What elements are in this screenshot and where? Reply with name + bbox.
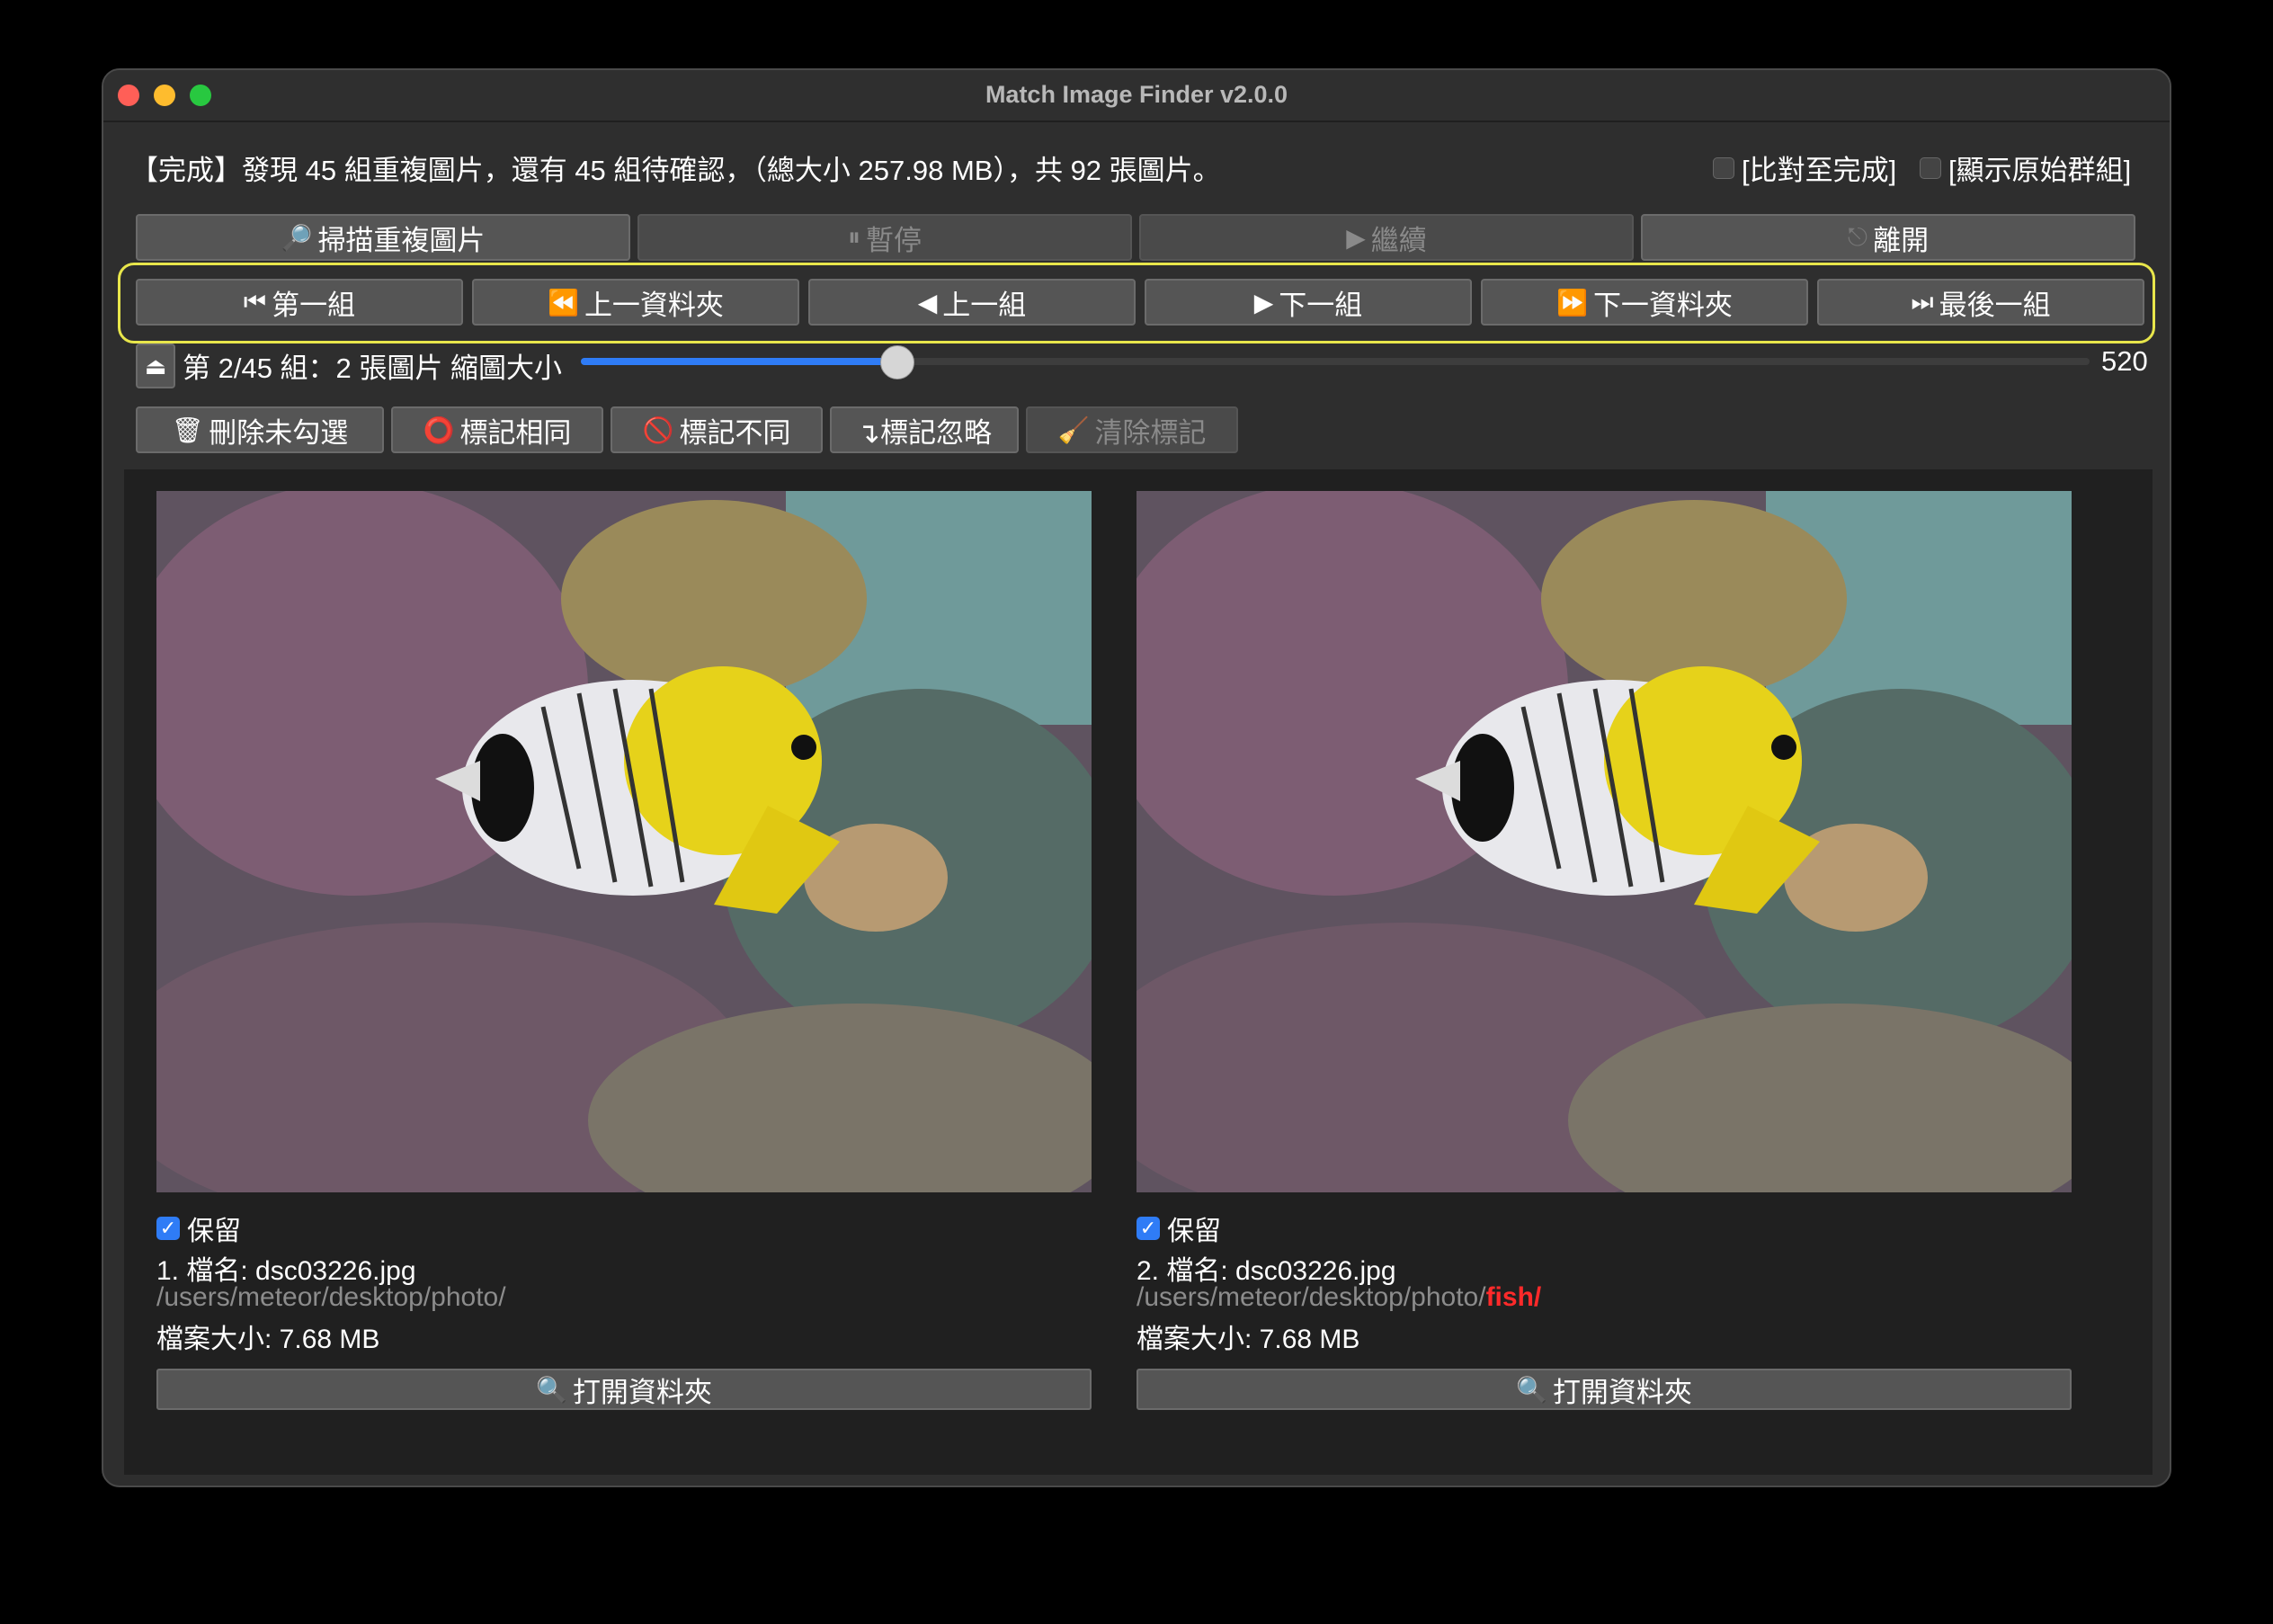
clear-marks-label: 清除標記: [1094, 416, 1207, 449]
exit-label: 離開: [1873, 224, 1930, 256]
magnifier-icon: 🔎: [281, 223, 313, 252]
mark-different-button[interactable]: 🚫 標記不同: [611, 406, 823, 453]
trash-icon: 🗑: [171, 415, 204, 444]
image-2-thumbnail[interactable]: [1136, 491, 2072, 1192]
prev-group-label: 上一組: [942, 289, 1027, 321]
next-group-button[interactable]: ▶ 下一組: [1145, 279, 1472, 326]
option-original-group[interactable]: [顯示原始群組]: [1920, 147, 2131, 188]
broom-icon: 🧹: [1057, 415, 1090, 444]
image-1-thumbnail[interactable]: [156, 491, 1092, 1192]
eject-button[interactable]: ⏏: [136, 344, 175, 388]
thumb-size-slider[interactable]: [581, 345, 2090, 379]
exit-button[interactable]: ⎋ 離開: [1641, 214, 2135, 261]
option-complete[interactable]: [比對至完成]: [1713, 147, 1896, 188]
prev-folder-button[interactable]: ⏪ 上一資料夾: [472, 279, 799, 326]
triangle-left-icon: ◀: [917, 288, 938, 317]
resume-button[interactable]: ▶ 繼續: [1139, 214, 1634, 261]
image-2-picture: [1136, 491, 2072, 1192]
search-icon: 🔍: [1516, 1375, 1547, 1404]
option-original-group-label: [顯示原始群組]: [1948, 155, 2132, 186]
thumb-size-value: 520: [2101, 345, 2148, 377]
eject-icon: ⏏: [144, 352, 167, 379]
triangle-right-icon: ▶: [1253, 288, 1274, 317]
mark-same-button[interactable]: ⭕ 標記相同: [391, 406, 603, 453]
option-complete-label: [比對至完成]: [1742, 155, 1897, 186]
group-info: 第 2/45 組：2 張圖片 縮圖大小: [183, 352, 563, 384]
image-1-picture: [156, 491, 1092, 1192]
prohibited-icon: 🚫: [642, 415, 674, 444]
next-folder-label: 下一資料夾: [1592, 289, 1733, 321]
image-2-keep-checkbox[interactable]: ✓: [1136, 1217, 1160, 1240]
status-text: 【完成】發現 45 組重複圖片，還有 45 組待確認，（總大小 257.98 M…: [130, 155, 1221, 186]
skip-first-icon: ⏮: [243, 287, 267, 316]
slider-knob[interactable]: [880, 345, 915, 379]
mark-different-label: 標記不同: [679, 416, 791, 449]
image-1-open-folder-button[interactable]: 🔍 打開資料夾: [156, 1369, 1092, 1410]
skip-last-icon: ⏭: [1911, 287, 1934, 316]
image-2-open-folder-label: 打開資料夾: [1552, 1376, 1692, 1408]
mark-ignore-label: ↴標記忽略: [857, 416, 992, 449]
pause-label: 暫停: [866, 224, 922, 256]
image-1-path: /users/meteor/desktop/photo/: [156, 1282, 506, 1313]
next-folder-button[interactable]: ⏩ 下一資料夾: [1481, 279, 1808, 326]
mark-same-label: 標記相同: [459, 416, 572, 449]
prev-folder-label: 上一資料夾: [584, 289, 724, 321]
delete-unchecked-button[interactable]: 🗑 刪除未勾選: [136, 406, 384, 453]
scan-button[interactable]: 🔎 掃描重複圖片: [136, 214, 630, 261]
mark-ignore-button[interactable]: ↴標記忽略: [830, 406, 1019, 453]
app-window: Match Image Finder v2.0.0 【完成】發現 45 組重複圖…: [102, 68, 2171, 1487]
last-group-label: 最後一組: [1939, 289, 2051, 321]
image-comparison-area: ✓ 保留 1. 檔名: dsc03226.jpg /users/meteor/d…: [124, 469, 2153, 1475]
image-2-keep[interactable]: ✓ 保留: [1136, 1209, 1221, 1248]
exit-icon: ⎋: [1847, 222, 1868, 251]
image-2-path: /users/meteor/desktop/photo/fish/: [1136, 1282, 1541, 1313]
image-1-path-base: /users/meteor/desktop/photo/: [156, 1282, 506, 1312]
image-1-size: 檔案大小: 7.68 MB: [156, 1325, 380, 1354]
last-group-button[interactable]: ⏭ 最後一組: [1817, 279, 2144, 326]
image-1-keep[interactable]: ✓ 保留: [156, 1209, 241, 1248]
slider-fill: [581, 358, 898, 365]
fast-forward-icon: ⏩: [1556, 288, 1588, 317]
scan-label: 掃描重複圖片: [317, 224, 486, 256]
image-1-keep-label: 保留: [187, 1217, 241, 1246]
image-2-size: 檔案大小: 7.68 MB: [1136, 1325, 1360, 1354]
play-icon: ▶: [1346, 223, 1366, 252]
image-1-keep-checkbox[interactable]: ✓: [156, 1217, 180, 1240]
prev-group-button[interactable]: ◀ 上一組: [808, 279, 1136, 326]
circle-icon: ⭕: [423, 415, 455, 444]
option-original-group-checkbox[interactable]: [1920, 156, 1941, 179]
pause-button[interactable]: ⏸ 暫停: [637, 214, 1132, 261]
search-icon: 🔍: [536, 1375, 567, 1404]
title-bar: Match Image Finder v2.0.0: [103, 70, 2170, 122]
image-2-open-folder-button[interactable]: 🔍 打開資料夾: [1136, 1369, 2072, 1410]
first-group-button[interactable]: ⏮ 第一組: [136, 279, 463, 326]
resume-label: 繼續: [1370, 224, 1427, 256]
pause-icon: ⏸: [847, 222, 860, 251]
option-complete-checkbox[interactable]: [1713, 156, 1734, 179]
next-group-label: 下一組: [1279, 289, 1363, 321]
image-2-keep-label: 保留: [1167, 1217, 1221, 1246]
clear-marks-button[interactable]: 🧹 清除標記: [1026, 406, 1238, 453]
first-group-label: 第一組: [272, 289, 356, 321]
image-1-open-folder-label: 打開資料夾: [572, 1376, 712, 1408]
window-title: Match Image Finder v2.0.0: [985, 81, 1288, 108]
image-2-path-diff: fish/: [1485, 1282, 1542, 1312]
image-2-path-base: /users/meteor/desktop/photo/: [1136, 1282, 1486, 1312]
delete-unchecked-label: 刪除未勾選: [209, 416, 349, 449]
rewind-icon: ⏪: [548, 288, 579, 317]
